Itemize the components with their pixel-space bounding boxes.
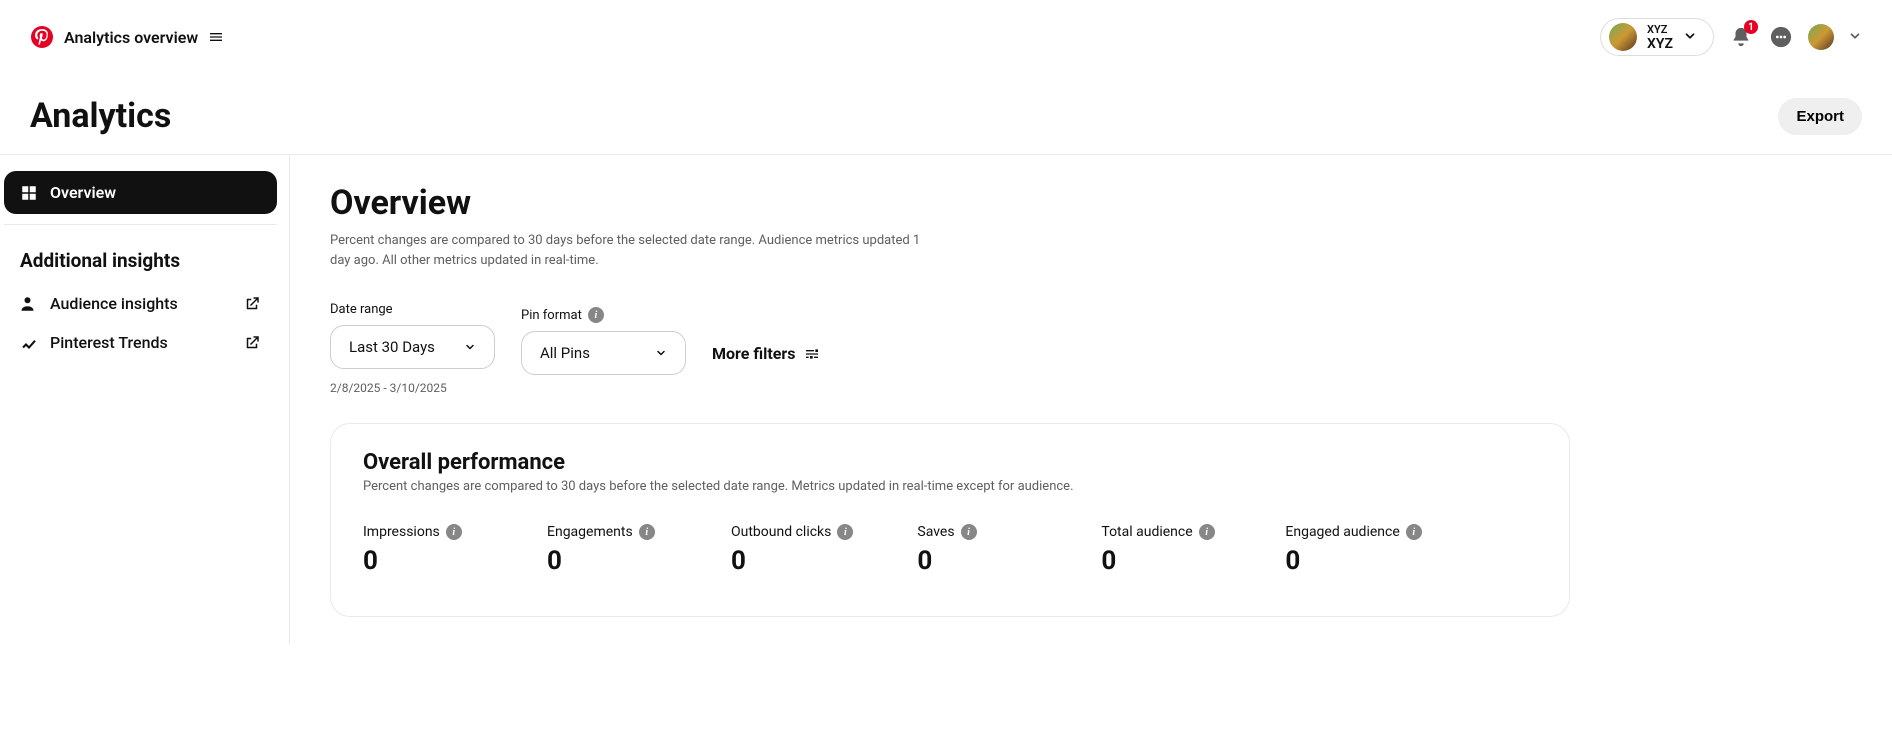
overall-performance-card: Overall performance Percent changes are … — [330, 423, 1570, 617]
metric-saves[interactable]: Saves i 0 — [917, 524, 1037, 576]
date-range-select[interactable]: Last 30 Days — [330, 325, 495, 369]
sidebar-item-overview[interactable]: Overview — [4, 171, 277, 214]
metric-label: Engagements — [547, 524, 633, 540]
hamburger-icon[interactable] — [208, 29, 224, 45]
breadcrumb-title[interactable]: Analytics overview — [64, 28, 198, 47]
overview-heading: Overview — [330, 183, 1852, 223]
sidebar-link-label: Audience insights — [50, 294, 178, 313]
metric-label: Total audience — [1101, 524, 1192, 540]
dashboard-icon — [20, 184, 38, 202]
info-icon[interactable]: i — [1199, 524, 1215, 540]
date-range-sub: 2/8/2025 - 3/10/2025 — [330, 381, 495, 395]
sidebar-link-pinterest-trends[interactable]: Pinterest Trends — [4, 323, 277, 362]
performance-subtext: Percent changes are compared to 30 days … — [363, 479, 1537, 494]
more-filters-button[interactable]: More filters — [712, 344, 820, 395]
metric-value: 0 — [363, 546, 483, 576]
info-icon[interactable]: i — [1406, 524, 1422, 540]
trends-icon — [20, 334, 38, 352]
pin-format-label: Pin format — [521, 308, 582, 323]
metric-engagements[interactable]: Engagements i 0 — [547, 524, 667, 576]
metric-label: Outbound clicks — [731, 524, 831, 540]
info-icon[interactable]: i — [837, 524, 853, 540]
metric-outbound-clicks[interactable]: Outbound clicks i 0 — [731, 524, 853, 576]
messages-icon[interactable] — [1768, 24, 1794, 50]
page-title: Analytics — [30, 96, 171, 136]
chevron-down-icon — [655, 347, 667, 359]
info-icon[interactable]: i — [639, 524, 655, 540]
avatar — [1609, 23, 1637, 51]
info-icon[interactable]: i — [961, 524, 977, 540]
metric-engaged-audience[interactable]: Engaged audience i 0 — [1285, 524, 1421, 576]
sidebar-item-label: Overview — [50, 183, 116, 202]
performance-title: Overall performance — [363, 450, 1537, 475]
profile-avatar[interactable] — [1808, 24, 1834, 50]
metric-value: 0 — [1285, 546, 1421, 576]
notification-badge: 1 — [1744, 20, 1758, 34]
pinterest-logo-icon[interactable] — [30, 25, 54, 49]
sidebar-link-label: Pinterest Trends — [50, 333, 168, 352]
notifications-bell-icon[interactable]: 1 — [1728, 24, 1754, 50]
chevron-down-icon — [464, 341, 476, 353]
metric-value: 0 — [1101, 546, 1221, 576]
external-link-icon — [243, 295, 261, 313]
export-button[interactable]: Export — [1778, 98, 1862, 135]
metric-total-audience[interactable]: Total audience i 0 — [1101, 524, 1221, 576]
sidebar-link-audience-insights[interactable]: Audience insights — [4, 284, 277, 323]
metric-label: Impressions — [363, 524, 440, 540]
more-filters-label: More filters — [712, 344, 796, 363]
account-line2: XYZ — [1647, 37, 1673, 51]
pin-format-select[interactable]: All Pins — [521, 331, 686, 375]
account-line1: XYZ — [1647, 24, 1673, 35]
metric-label: Saves — [917, 524, 954, 540]
sliders-icon — [804, 346, 820, 362]
metric-impressions[interactable]: Impressions i 0 — [363, 524, 483, 576]
pin-format-value: All Pins — [540, 344, 590, 362]
metric-value: 0 — [731, 546, 853, 576]
date-range-label: Date range — [330, 302, 495, 317]
profile-chevron-down-icon[interactable] — [1848, 28, 1862, 47]
audience-icon — [20, 295, 38, 313]
info-icon[interactable]: i — [588, 307, 604, 323]
date-range-value: Last 30 Days — [349, 338, 435, 356]
overview-subtext: Percent changes are compared to 30 days … — [330, 231, 930, 270]
chevron-down-icon — [1683, 28, 1697, 47]
external-link-icon — [243, 334, 261, 352]
account-switcher[interactable]: XYZ XYZ — [1600, 18, 1714, 56]
metric-label: Engaged audience — [1285, 524, 1399, 540]
metric-value: 0 — [917, 546, 1037, 576]
sidebar-section-title: Additional insights — [4, 224, 277, 284]
info-icon[interactable]: i — [446, 524, 462, 540]
metric-value: 0 — [547, 546, 667, 576]
